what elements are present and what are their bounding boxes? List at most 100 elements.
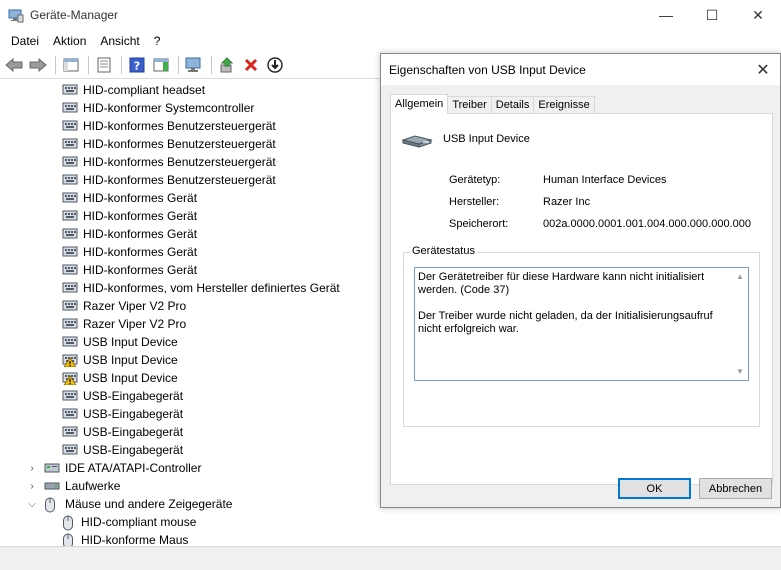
hid-device-icon [62,101,78,115]
tab-ereignisse[interactable]: Ereignisse [533,96,595,114]
menu-help[interactable]: ? [147,30,168,52]
back-arrow-icon[interactable] [3,54,25,76]
hid-device-icon [62,137,78,151]
chevron-right-icon[interactable]: › [26,477,38,495]
status-scrollbar[interactable]: ▲ ▼ [734,270,746,378]
toolbar-separator [55,56,56,74]
dialog-title-bar: Eigenschaften von USB Input Device ✕ [381,54,780,85]
tree-row-label: HID-konformes Benutzersteuergerät [83,173,276,187]
tree-row-label: USB Input Device [83,371,178,385]
chevron-right-icon[interactable]: › [26,459,38,477]
hid-device-icon [62,83,78,97]
cancel-button[interactable]: Abbrechen [699,478,772,499]
usb-device-icon [401,130,433,155]
hid-device-icon [62,407,78,421]
hid-device-icon [62,245,78,259]
hid-device-icon [62,389,78,403]
status-bar [0,546,781,570]
uninstall-x-icon[interactable] [240,54,262,76]
tree-row-label: USB Input Device [83,353,178,367]
scroll-down-icon[interactable]: ▼ [736,365,744,378]
hid-device-icon [62,263,78,277]
properties-dialog: Eigenschaften von USB Input Device ✕ All… [380,53,781,508]
tree-row-label: HID-konformes Gerät [83,227,198,241]
prop-manufacturer: Hersteller: Razer Inc [449,196,591,208]
tab-allgemein[interactable]: Allgemein [390,94,449,114]
mouse-icon [44,497,60,513]
status-line-1: Der Gerätetreiber für diese Hardware kan… [418,271,705,296]
help-icon[interactable]: ? [126,54,148,76]
hid-device-icon [62,227,78,241]
tree-row-label: USB-Eingabegerät [83,443,184,457]
hid-device-icon [62,335,78,349]
tree-row-label: HID-konforme Maus [81,533,189,546]
tree-row-label: HID-konformer Systemcontroller [83,101,255,115]
tree-category-label: Mäuse und andere Zeigegeräte [65,497,233,511]
device-header: USB Input Device [401,130,530,155]
tab-details[interactable]: Details [490,96,535,114]
dialog-tabs: Allgemein Treiber Details Ereignisse [390,94,595,114]
update-driver-icon[interactable] [216,54,238,76]
mouse-icon [62,533,76,546]
tree-row-label: HID-compliant mouse [81,515,197,529]
hid-device-icon [62,299,78,313]
tree-row[interactable]: HID-compliant mouse [0,513,781,531]
menu-bar: Datei Aktion Ansicht ? [0,30,781,52]
hid-device-icon [62,443,78,457]
tree-row-label: HID-konformes Benutzersteuergerät [83,155,276,169]
hid-device-icon [62,173,78,187]
toolbar-separator [211,56,212,74]
warning-hid-device-icon [62,371,78,386]
menu-ansicht[interactable]: Ansicht [93,30,146,52]
action-pane-icon[interactable] [150,54,172,76]
mouse-icon [62,515,76,531]
tab-treiber[interactable]: Treiber [447,96,492,114]
hid-device-icon [62,119,78,133]
minimize-button[interactable]: — [643,0,689,30]
disable-device-icon[interactable] [264,54,286,76]
hid-device-icon [62,425,78,439]
menu-aktion[interactable]: Aktion [46,30,93,52]
tree-row-label: HID-konformes Gerät [83,209,198,223]
scroll-up-icon[interactable]: ▲ [736,270,744,283]
hid-device-icon [62,281,78,295]
tree-row-label: HID-konformes Gerät [83,263,198,277]
close-button[interactable]: ✕ [735,0,781,30]
tree-row-label: USB-Eingabegerät [83,425,184,439]
device-status-group: Gerätestatus Der Gerätetreiber für diese… [403,245,760,427]
show-hide-console-tree-icon[interactable] [60,54,82,76]
hid-device-icon [62,191,78,205]
toolbar-separator [88,56,89,74]
window-title: Geräte-Manager [30,8,119,22]
svg-text:?: ? [134,60,140,73]
menu-datei[interactable]: Datei [4,30,46,52]
prop-location: Speicherort: 002a.0000.0001.001.004.000.… [449,218,751,230]
device-manager-app-icon [8,7,24,23]
ide-controller-icon [44,461,60,475]
maximize-button[interactable]: ☐ [689,0,735,30]
ok-button[interactable]: OK [618,478,691,499]
hid-device-icon [62,209,78,223]
scan-hardware-icon[interactable] [183,54,205,76]
chevron-down-icon[interactable]: ⌵ [26,495,38,513]
device-name: USB Input Device [443,132,530,145]
title-bar: Geräte-Manager — ☐ ✕ [0,0,781,30]
hid-device-icon [62,317,78,331]
tree-row-label: USB-Eingabegerät [83,407,184,421]
tree-row-label: HID-konformes, vom Hersteller definierte… [83,281,340,295]
tree-row-label: Razer Viper V2 Pro [83,299,187,313]
tree-category-label: IDE ATA/ATAPI-Controller [65,461,202,475]
prop-device-type: Gerätetyp: Human Interface Devices [449,174,667,186]
device-status-textbox[interactable]: Der Gerätetreiber für diese Hardware kan… [414,267,749,381]
toolbar-separator [178,56,179,74]
properties-icon[interactable] [93,54,115,76]
tree-row-label: HID-konformes Gerät [83,191,198,205]
tree-row[interactable]: HID-konforme Maus [0,531,781,546]
device-status-label: Gerätestatus [410,245,477,257]
dialog-close-button[interactable]: ✕ [746,54,780,85]
hid-device-icon [62,155,78,169]
general-tab-panel: USB Input Device Gerätetyp: Human Interf… [390,113,773,485]
forward-arrow-icon[interactable] [27,54,49,76]
tree-category-label: Laufwerke [65,479,121,493]
tree-row-label: USB-Eingabegerät [83,389,184,403]
